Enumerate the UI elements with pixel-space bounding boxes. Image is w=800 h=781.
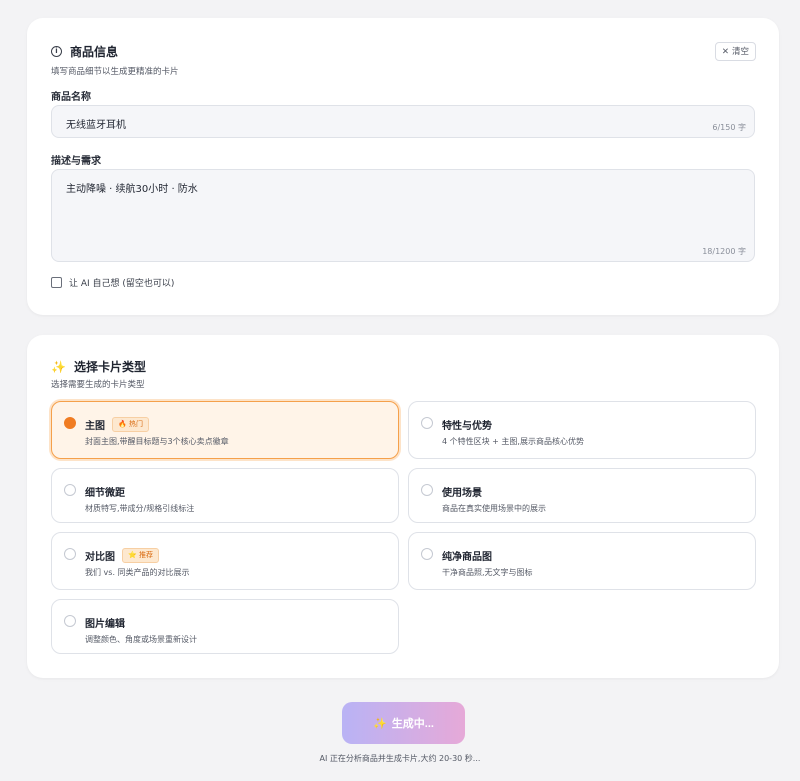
description-textarea[interactable]: 主动降噪 · 续航30小时 · 防水 18/1200 字 <box>51 169 755 262</box>
product-name-char-count: 6/150 字 <box>712 123 746 132</box>
close-icon: ✕ <box>721 46 729 56</box>
product-info-card: i 商品信息 填写商品细节以生成更精准的卡片 ✕ 清空 商品名称 无线蓝牙耳机 … <box>27 18 779 315</box>
option-title: 图片编辑 <box>85 619 125 630</box>
sparkle-icon: ✨ <box>373 717 387 730</box>
product-info-subtitle: 填写商品细节以生成更精准的卡片 <box>51 67 179 77</box>
option-title: 特性与优势 <box>442 421 492 432</box>
info-icon: i <box>51 46 62 57</box>
option-title: 使用场景 <box>442 488 482 499</box>
option-title: 对比图 <box>85 552 115 563</box>
card-type-section: ✨ 选择卡片类型 选择需要生成的卡片类型 主图 🔥 热门 封面主图,带醒目标题与… <box>27 335 779 678</box>
product-info-title: 商品信息 <box>70 45 119 59</box>
card-type-option-main-image[interactable]: 主图 🔥 热门 封面主图,带醒目标题与3个核心卖点徽章 <box>51 401 399 459</box>
product-name-label: 商品名称 <box>51 92 91 103</box>
card-type-option-comparison[interactable]: 对比图 ⭐ 推荐 我们 vs. 同类产品的对比展示 <box>51 532 399 590</box>
product-info-header: i 商品信息 <box>51 43 118 60</box>
sparkle-icon: ✨ <box>51 359 66 374</box>
option-title: 细节微距 <box>85 488 125 499</box>
option-description: 商品在真实使用场景中的展示 <box>442 504 546 513</box>
card-type-subtitle: 选择需要生成的卡片类型 <box>51 380 145 390</box>
radio-unselected[interactable] <box>421 417 433 429</box>
product-name-input[interactable]: 无线蓝牙耳机 6/150 字 <box>51 105 755 138</box>
option-title-row: 纯净商品图 <box>442 548 492 563</box>
ai-think-option[interactable]: 让 AI 自己想 (留空也可以) <box>51 276 174 289</box>
radio-selected[interactable] <box>64 417 76 429</box>
clear-button[interactable]: ✕ 清空 <box>714 42 756 61</box>
hot-badge: 🔥 热门 <box>112 417 149 432</box>
card-type-title: 选择卡片类型 <box>73 360 146 374</box>
option-description: 4 个特性区块 + 主图,展示商品核心优势 <box>442 437 584 446</box>
card-type-option-image-edit[interactable]: 图片编辑 调整颜色、角度或场景重新设计 <box>51 599 399 654</box>
generate-button[interactable]: ✨ 生成中... <box>342 702 465 744</box>
ai-think-label: 让 AI 自己想 (留空也可以) <box>69 279 175 289</box>
radio-unselected[interactable] <box>421 484 433 496</box>
generate-button-label: 生成中... <box>391 718 434 730</box>
option-title: 纯净商品图 <box>442 552 492 563</box>
option-description: 我们 vs. 同类产品的对比展示 <box>85 568 190 577</box>
option-title-row: 主图 🔥 热门 <box>85 417 149 432</box>
generation-status-text: AI 正在分析商品并生成卡片,大约 20-30 秒... <box>319 754 481 763</box>
radio-unselected[interactable] <box>421 548 433 560</box>
option-title-row: 特性与优势 <box>442 417 492 432</box>
ai-think-checkbox[interactable] <box>51 277 62 288</box>
radio-unselected[interactable] <box>64 548 76 560</box>
card-type-option-features[interactable]: 特性与优势 4 个特性区块 + 主图,展示商品核心优势 <box>408 401 756 459</box>
radio-unselected[interactable] <box>64 615 76 627</box>
card-type-option-usage-scene[interactable]: 使用场景 商品在真实使用场景中的展示 <box>408 468 756 523</box>
option-description: 干净商品照,无文字与图标 <box>442 568 533 577</box>
option-description: 材质特写,带成分/规格引线标注 <box>85 504 195 513</box>
option-title-row: 对比图 ⭐ 推荐 <box>85 548 159 563</box>
option-title-row: 图片编辑 <box>85 615 125 630</box>
option-description: 封面主图,带醒目标题与3个核心卖点徽章 <box>85 437 229 446</box>
option-title-row: 使用场景 <box>442 484 482 499</box>
description-char-count: 18/1200 字 <box>702 247 746 256</box>
option-title-row: 细节微距 <box>85 484 125 499</box>
option-description: 调整颜色、角度或场景重新设计 <box>85 635 197 644</box>
card-type-option-clean-product[interactable]: 纯净商品图 干净商品照,无文字与图标 <box>408 532 756 590</box>
radio-unselected[interactable] <box>64 484 76 496</box>
card-type-header: ✨ 选择卡片类型 <box>51 358 146 375</box>
option-title: 主图 <box>85 421 105 432</box>
card-type-option-detail-macro[interactable]: 细节微距 材质特写,带成分/规格引线标注 <box>51 468 399 523</box>
description-label: 描述与需求 <box>51 156 101 167</box>
description-value: 主动降噪 · 续航30小时 · 防水 <box>66 184 198 195</box>
clear-button-label: 清空 <box>731 46 749 56</box>
recommended-badge: ⭐ 推荐 <box>122 548 159 563</box>
product-name-value: 无线蓝牙耳机 <box>66 120 126 131</box>
